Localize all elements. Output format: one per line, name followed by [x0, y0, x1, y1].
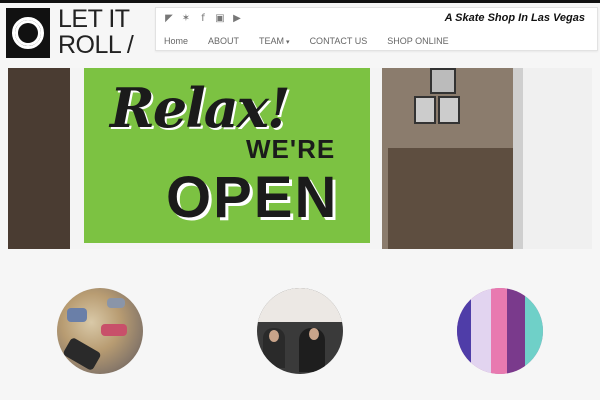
- door-edge: [513, 68, 523, 249]
- social-links: ◤ ✶ f ▣ ▶: [164, 14, 242, 24]
- nav-item-about[interactable]: ABOUT: [208, 36, 239, 46]
- logo-line2: ROLL /: [58, 31, 134, 59]
- hero-bg-left: [8, 68, 78, 249]
- nav-item-home[interactable]: Home: [164, 36, 188, 46]
- thumb-detail: [107, 298, 125, 308]
- nav-item-team[interactable]: TEAM ▾: [259, 36, 290, 46]
- rss-icon[interactable]: ◤: [164, 14, 174, 24]
- twitter-icon[interactable]: ✶: [181, 14, 191, 24]
- sign-text-relax: Relax!: [110, 76, 291, 140]
- nav-item-team-label: TEAM: [259, 36, 285, 46]
- thumb-detail: [457, 288, 471, 374]
- nav-item-shop-online[interactable]: SHOP ONLINE: [387, 36, 448, 46]
- logo-mark-icon: [6, 8, 50, 58]
- site-logo[interactable]: LET IT ROLL /: [6, 5, 146, 60]
- top-bar: [0, 0, 600, 3]
- feature-thumbnail-boards[interactable]: [457, 288, 543, 374]
- hero-counter: [388, 148, 513, 249]
- feature-thumbnail-wheels[interactable]: [57, 288, 143, 374]
- youtube-icon[interactable]: ▶: [232, 14, 242, 24]
- thumb-detail: [67, 308, 87, 322]
- caret-down-icon: ▾: [286, 39, 290, 46]
- thumb-detail: [62, 336, 102, 372]
- logo-line1: LET IT: [58, 5, 130, 33]
- thumb-detail: [471, 288, 491, 374]
- sign-text-open: OPEN: [166, 165, 339, 230]
- instagram-icon[interactable]: ▣: [215, 14, 225, 24]
- thumb-detail: [491, 288, 507, 374]
- main-nav: Home ABOUT TEAM ▾ CONTACT US SHOP ONLINE: [164, 36, 469, 46]
- open-sign: Relax! WE'RE OPEN: [70, 68, 382, 249]
- wall-frame: [414, 96, 436, 124]
- thumb-detail: [309, 328, 319, 340]
- door-frame: [523, 68, 592, 249]
- site-header: ◤ ✶ f ▣ ▶ A Skate Shop In Las Vegas Home…: [155, 7, 598, 51]
- thumb-detail: [525, 288, 543, 374]
- feature-thumbnail-team[interactable]: [257, 288, 343, 374]
- wall-frame: [438, 96, 460, 124]
- thumb-detail: [101, 324, 127, 336]
- nav-item-contact[interactable]: CONTACT US: [310, 36, 368, 46]
- thumb-detail: [507, 288, 525, 374]
- thumb-detail: [269, 330, 279, 342]
- logo-text: LET IT ROLL /: [58, 5, 134, 59]
- site-tagline: A Skate Shop In Las Vegas: [444, 12, 585, 24]
- thumb-detail: [257, 288, 343, 322]
- wall-frame: [430, 68, 456, 94]
- hero-image: Relax! WE'RE OPEN: [8, 68, 592, 249]
- facebook-icon[interactable]: f: [198, 14, 208, 24]
- sign-text-were: WE'RE: [246, 134, 336, 164]
